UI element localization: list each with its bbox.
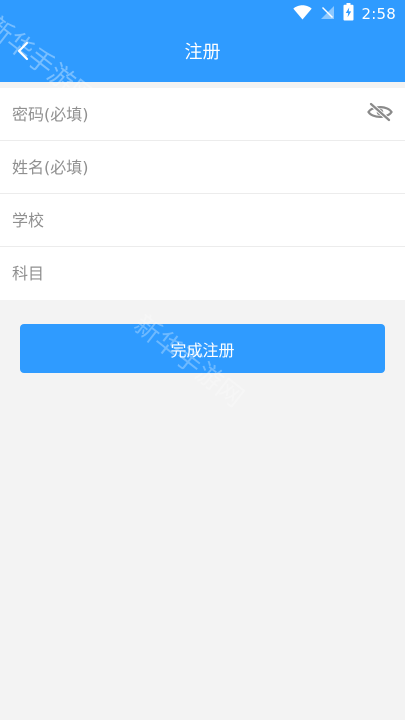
password-row <box>0 88 405 141</box>
page-title: 注册 <box>184 42 221 63</box>
app-header: 2:58 注册 <box>0 0 405 82</box>
eye-off-icon <box>367 102 393 126</box>
status-bar: 2:58 <box>0 0 405 28</box>
password-field[interactable] <box>12 88 352 140</box>
school-field[interactable] <box>12 194 352 246</box>
wifi-icon <box>292 4 312 24</box>
name-row <box>0 141 405 194</box>
subject-row <box>0 247 405 300</box>
school-row <box>0 194 405 247</box>
password-visibility-toggle[interactable] <box>366 101 394 127</box>
status-icons: 2:58 <box>292 3 396 25</box>
complete-registration-button[interactable]: 完成注册 <box>20 324 385 373</box>
status-time: 2:58 <box>361 5 396 23</box>
name-field[interactable] <box>12 141 352 193</box>
battery-charging-icon <box>343 3 354 25</box>
subject-field[interactable] <box>12 247 352 300</box>
signal-icon <box>320 5 335 24</box>
navigation-bar: 注册 <box>0 28 405 82</box>
registration-form <box>0 88 405 300</box>
